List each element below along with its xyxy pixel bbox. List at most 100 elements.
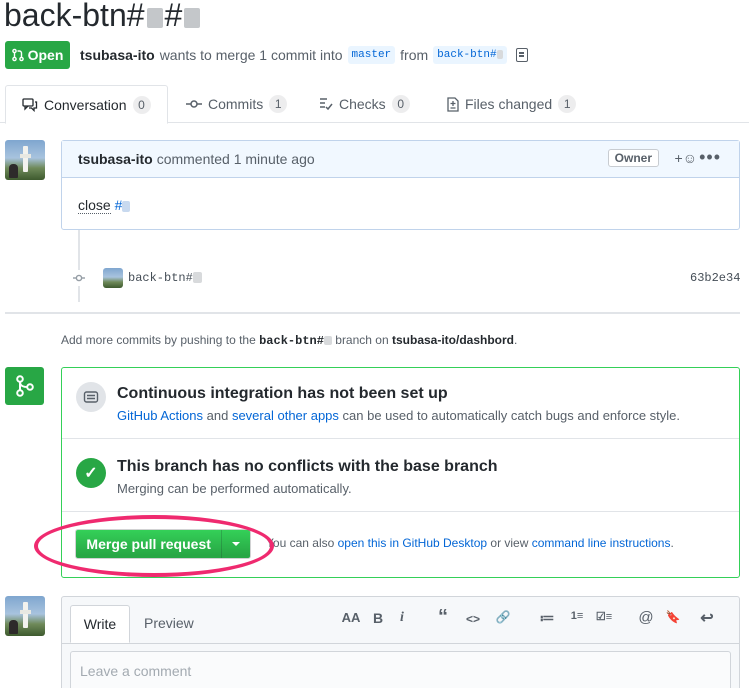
author-link[interactable]: tsubasa-ito <box>80 47 155 63</box>
page-title: back-btn# # <box>4 0 202 34</box>
commit-sha[interactable]: 63b2e34 <box>690 271 740 285</box>
timeline-line <box>78 230 80 302</box>
pr-tabs: Conversation 0 Commits 1 Checks 0 Files … <box>0 85 749 124</box>
mention-icon[interactable]: @ <box>636 609 656 626</box>
issue-link-label: # <box>114 197 123 213</box>
commit-avatar[interactable] <box>103 268 123 288</box>
hint-branch: back-btn# <box>259 334 332 348</box>
quote-icon[interactable]: “ <box>433 606 453 629</box>
tab-counter: 0 <box>132 95 151 114</box>
file-diff-icon <box>447 96 459 112</box>
pull-request-icon <box>11 48 24 62</box>
ci-description: GitHub Actions and several other apps ca… <box>117 408 680 423</box>
pr-title-hash: # <box>164 0 183 33</box>
ci-title: Continuous integration has not been set … <box>117 385 448 402</box>
chevron-down-icon <box>232 542 241 546</box>
status-badge: Open <box>5 41 70 69</box>
head-branch[interactable]: back-btn# <box>433 46 507 64</box>
checklist-icon <box>320 98 333 111</box>
check-icon: ✓ <box>76 458 106 488</box>
status-label: Open <box>27 47 64 63</box>
git-commit-icon <box>71 270 87 286</box>
alt-text: You can also <box>266 536 335 550</box>
git-commit-icon <box>186 100 202 108</box>
comment-discussion-icon <box>22 97 38 112</box>
ci-icon <box>76 382 106 412</box>
copy-icon[interactable] <box>515 48 528 62</box>
command-line-link[interactable]: command line instructions <box>532 536 671 550</box>
commit-message-text: back-btn# <box>128 271 193 285</box>
other-apps-link[interactable]: several other apps <box>232 408 339 423</box>
tab-checks[interactable]: Checks 0 <box>319 85 410 123</box>
avatar[interactable] <box>5 140 45 180</box>
tab-label: Files changed <box>465 96 553 112</box>
github-actions-link[interactable]: GitHub Actions <box>117 408 203 423</box>
ci-section: Continuous integration has not been set … <box>62 368 739 439</box>
close-keyword: close <box>78 197 111 214</box>
tab-conversation[interactable]: Conversation 0 <box>5 85 168 124</box>
alt-text: . <box>670 536 674 550</box>
task-list-icon[interactable]: ☑≡ <box>592 610 616 623</box>
redacted-number <box>122 200 131 212</box>
hint-text: . <box>514 333 518 347</box>
saved-reply-icon[interactable]: 🔖 <box>663 610 683 624</box>
editor-divider <box>62 643 739 644</box>
no-conflicts-sub: Merging can be performed automatically. <box>117 481 352 496</box>
hint-text: branch on <box>335 333 389 347</box>
meta-text: wants to merge 1 commit into <box>159 47 343 63</box>
issue-link[interactable]: # <box>115 197 131 213</box>
redacted-number <box>496 49 503 59</box>
tab-preview[interactable]: Preview <box>144 615 194 631</box>
no-conflicts-title: This branch has no conflicts with the ba… <box>117 458 498 475</box>
comment-body: close # <box>62 178 739 232</box>
merge-pull-request-button[interactable]: Merge pull request <box>76 530 222 558</box>
tab-commits[interactable]: Commits 1 <box>186 85 288 123</box>
tab-label: Commits <box>208 96 264 112</box>
merge-button-group: Merge pull request <box>75 529 251 559</box>
tab-counter: 1 <box>269 95 288 113</box>
head-branch-label: back-btn# <box>437 49 497 61</box>
hint-text: Add more commits by pushing to the <box>61 333 256 347</box>
redacted-number <box>184 7 201 28</box>
ci-text: can be used to automatically catch bugs … <box>342 408 681 423</box>
reply-icon[interactable]: ↩ <box>694 608 720 628</box>
redacted-number <box>323 336 332 346</box>
conflict-section: ✓ This branch has no conflicts with the … <box>62 439 739 512</box>
text-size-icon[interactable]: AA <box>339 610 363 625</box>
tab-files-changed[interactable]: Files changed 1 <box>447 85 577 123</box>
alt-text: or view <box>490 536 529 550</box>
tab-counter: 0 <box>391 95 410 113</box>
redacted-number <box>192 272 202 284</box>
base-branch[interactable]: master <box>347 46 396 64</box>
commit-message[interactable]: back-btn# <box>128 271 202 285</box>
timeline-divider <box>5 312 740 314</box>
merge-options-dropdown[interactable] <box>221 530 250 558</box>
kebab-menu-icon[interactable]: ••• <box>699 147 721 168</box>
unordered-list-icon[interactable]: ≔ <box>537 609 557 627</box>
italic-icon[interactable]: i <box>392 610 412 626</box>
comment-timestamp[interactable]: commented 1 minute ago <box>157 151 315 167</box>
bold-icon[interactable]: B <box>368 610 388 626</box>
link-icon[interactable]: 🔗 <box>493 610 513 624</box>
tab-counter: 1 <box>558 95 577 113</box>
github-desktop-link[interactable]: open this in GitHub Desktop <box>338 536 487 550</box>
tab-write[interactable]: Write <box>70 605 130 643</box>
comment-placeholder: Leave a comment <box>80 663 192 679</box>
hint-repo: tsubasa-ito/dashbord <box>391 333 514 347</box>
git-merge-icon <box>5 367 44 405</box>
redacted-number <box>146 7 163 28</box>
merge-alternatives: You can also open this in GitHub Desktop… <box>266 536 674 550</box>
hint-branch-label: back-btn# <box>259 334 324 348</box>
add-commits-hint: Add more commits by pushing to the back-… <box>61 333 517 348</box>
add-reaction-icon[interactable]: +☺ <box>675 150 697 166</box>
tab-label: Conversation <box>44 96 127 113</box>
pr-title-text: back-btn# <box>4 0 145 33</box>
owner-badge: Owner <box>607 149 659 167</box>
avatar[interactable] <box>5 596 45 636</box>
comment-box: tsubasa-ito commented 1 minute ago Owner… <box>61 140 740 230</box>
comment-author[interactable]: tsubasa-ito <box>78 151 153 167</box>
ordered-list-icon[interactable]: 1≡ <box>565 610 589 622</box>
code-icon[interactable]: <> <box>463 612 483 626</box>
comment-textarea[interactable]: Leave a comment <box>70 651 731 688</box>
comment-editor: Write Preview AA B i “ <> 🔗 ≔ 1≡ ☑≡ @ 🔖 … <box>61 596 740 688</box>
